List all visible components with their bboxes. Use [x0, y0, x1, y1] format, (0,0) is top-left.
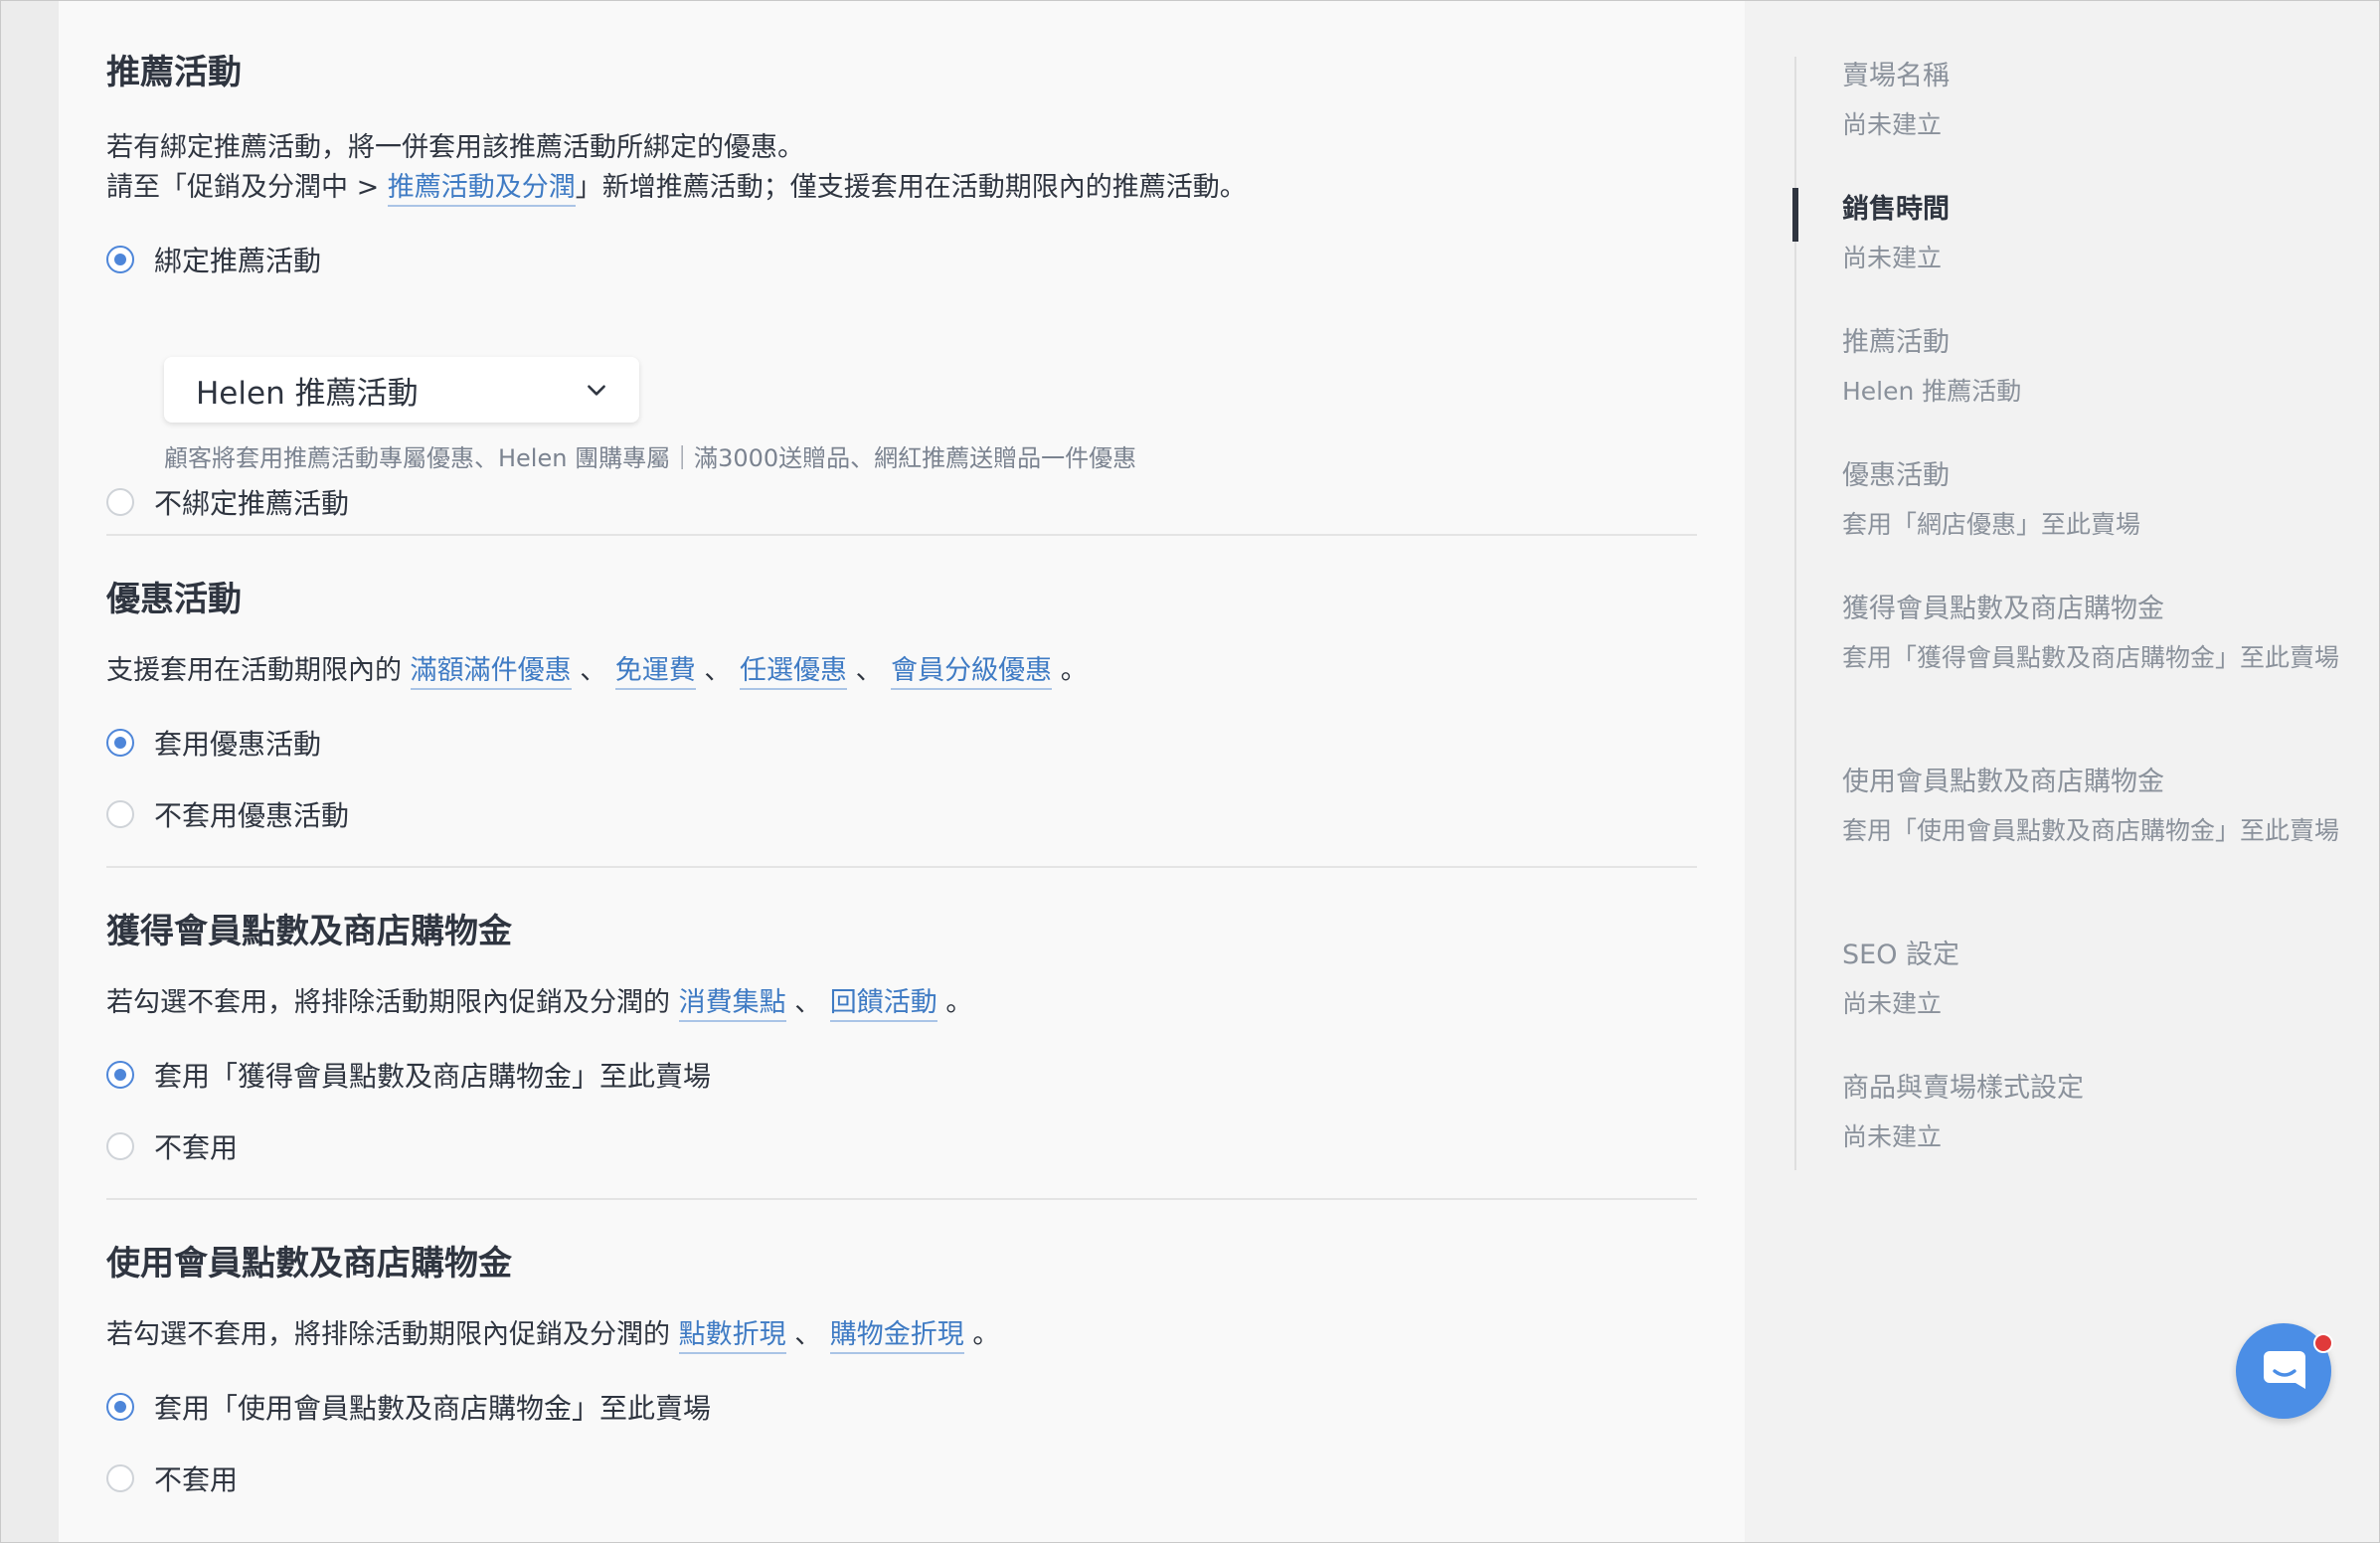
link-rebate-campaign[interactable]: 回饋活動	[829, 987, 937, 1022]
promotion-separator: 、	[580, 655, 607, 686]
link-referral-and-commission[interactable]: 推薦活動及分潤	[387, 172, 576, 207]
radio-label-apply-use-points: 套用「使用會員點數及商店購物金」至此賣場	[154, 1392, 712, 1425]
link-mix-and-match[interactable]: 任選優惠	[739, 655, 847, 690]
notification-dot	[2313, 1333, 2333, 1353]
nav-active-indicator	[1792, 188, 1798, 242]
nav-item-title: 銷售時間	[1842, 194, 1950, 225]
nav-item-referral[interactable]: 推薦活動 Helen 推薦活動	[1842, 323, 2339, 410]
nav-item-status: 套用「使用會員點數及商店購物金」至此賣場	[1842, 816, 2340, 845]
earn-points-separator: 、	[794, 987, 822, 1018]
nav-item-status: 尚未建立	[1842, 244, 1943, 272]
nav-item-status: 尚未建立	[1842, 110, 1943, 139]
radio-apply-use-points[interactable]: 套用「使用會員點數及商店購物金」至此賣場	[106, 1387, 711, 1427]
radio-indicator-unchecked	[106, 1132, 134, 1160]
referral-hint: 顧客將套用推薦活動專屬優惠、Helen 團購專屬｜滿3000送贈品、網紅推薦送贈…	[164, 444, 1137, 472]
radio-apply-promotion[interactable]: 套用優惠活動	[106, 723, 321, 763]
chevron-down-icon	[588, 385, 605, 396]
radio-label-apply-promotion: 套用優惠活動	[154, 728, 322, 761]
nav-item-store-name[interactable]: 賣場名稱 尚未建立	[1842, 57, 2339, 143]
radio-label-not-apply-use-points: 不套用	[154, 1463, 239, 1496]
radio-not-apply-earn-points[interactable]: 不套用	[106, 1126, 238, 1166]
link-threshold-discount[interactable]: 滿額滿件優惠	[410, 655, 572, 690]
radio-indicator-unchecked	[106, 488, 134, 516]
promotion-separator: 、	[704, 655, 732, 686]
section-title-use-points: 使用會員點數及商店購物金	[106, 1244, 512, 1284]
nav-item-title: 獲得會員點數及商店購物金	[1842, 594, 2164, 624]
radio-unbind-referral[interactable]: 不綁定推薦活動	[106, 482, 349, 522]
nav-item-status: 尚未建立	[1842, 1122, 1943, 1151]
radio-label-apply-earn-points: 套用「獲得會員點數及商店購物金」至此賣場	[154, 1060, 712, 1093]
link-free-shipping[interactable]: 免運費	[614, 655, 696, 690]
radio-label-unbind-referral: 不綁定推薦活動	[154, 487, 350, 520]
nav-item-title: 推薦活動	[1842, 327, 1950, 358]
nav-item-use-points[interactable]: 使用會員點數及商店購物金 套用「使用會員點數及商店購物金」至此賣場	[1842, 763, 2339, 849]
radio-indicator-checked	[106, 1393, 134, 1421]
main-content: 推薦活動 若有綁定推薦活動，將一併套用該推薦活動所綁定的優惠。 請至「促銷及分潤…	[59, 1, 1745, 1542]
section-title-earn-points: 獲得會員點數及商店購物金	[106, 912, 512, 951]
nav-item-promotion[interactable]: 優惠活動 套用「網店優惠」至此賣場	[1842, 456, 2339, 543]
earn-points-desc: 若勾選不套用，將排除活動期限內促銷及分潤的 消費集點 、 回饋活動 。	[106, 983, 972, 1023]
referral-desc-suffix: 」新增推薦活動；僅支援套用在活動期限內的推薦活動。	[575, 172, 1247, 203]
earn-points-desc-suffix: 。	[945, 987, 973, 1018]
promotion-desc-suffix: 。	[1060, 655, 1088, 686]
section-nav: 賣場名稱 尚未建立 銷售時間 尚未建立 推薦活動 Helen 推薦活動 優惠活動…	[1745, 1, 2379, 1542]
nav-item-status: 尚未建立	[1842, 989, 1943, 1018]
promotion-desc-prefix: 支援套用在活動期限內的	[106, 655, 411, 686]
nav-item-sales-time[interactable]: 銷售時間 尚未建立	[1842, 190, 2339, 276]
nav-item-status: 套用「獲得會員點數及商店購物金」至此賣場	[1842, 643, 2340, 672]
radio-label-bind-referral: 綁定推薦活動	[154, 245, 322, 277]
radio-indicator-unchecked	[106, 800, 134, 828]
nav-item-title: 使用會員點數及商店購物金	[1842, 767, 2164, 797]
nav-item-seo[interactable]: SEO 設定 尚未建立	[1842, 936, 2339, 1022]
nav-item-title: 賣場名稱	[1842, 61, 1950, 91]
radio-bind-referral[interactable]: 綁定推薦活動	[106, 240, 321, 279]
radio-apply-earn-points[interactable]: 套用「獲得會員點數及商店購物金」至此賣場	[106, 1055, 711, 1095]
radio-indicator-unchecked	[106, 1464, 134, 1492]
use-points-desc: 若勾選不套用，將排除活動期限內促銷及分潤的 點數折現 、 購物金折現 。	[106, 1315, 999, 1355]
section-divider	[106, 1198, 1697, 1200]
radio-indicator-checked	[106, 246, 134, 273]
referral-desc-prefix: 請至「促銷及分潤中 >	[106, 172, 388, 203]
section-divider	[106, 866, 1697, 868]
earn-points-desc-prefix: 若勾選不套用，將排除活動期限內促銷及分潤的	[106, 987, 679, 1018]
radio-not-apply-promotion[interactable]: 不套用優惠活動	[106, 794, 349, 834]
nav-item-title: 優惠活動	[1842, 460, 1950, 491]
use-points-desc-prefix: 若勾選不套用，將排除活動期限內促銷及分潤的	[106, 1319, 679, 1350]
link-points-redemption[interactable]: 點數折現	[678, 1319, 786, 1354]
referral-desc-line2: 請至「促銷及分潤中 > 推薦活動及分潤」新增推薦活動；僅支援套用在活動期限內的推…	[106, 168, 1247, 208]
use-points-desc-suffix: 。	[972, 1319, 1000, 1350]
link-spending-points[interactable]: 消費集點	[678, 987, 786, 1022]
referral-campaign-select[interactable]: Helen 推薦活動	[164, 357, 639, 423]
radio-indicator-checked	[106, 729, 134, 757]
radio-label-not-apply-promotion: 不套用優惠活動	[154, 799, 350, 832]
nav-item-title: SEO 設定	[1842, 940, 1960, 970]
nav-item-status: Helen 推薦活動	[1842, 377, 2022, 406]
nav-item-title: 商品與賣場樣式設定	[1842, 1073, 2084, 1104]
radio-label-not-apply-earn-points: 不套用	[154, 1131, 239, 1164]
link-member-tier-discount[interactable]: 會員分級優惠	[891, 655, 1053, 690]
referral-select-value: Helen 推薦活動	[196, 375, 419, 412]
section-divider	[106, 534, 1697, 536]
nav-item-style-settings[interactable]: 商品與賣場樣式設定 尚未建立	[1842, 1069, 2339, 1155]
radio-not-apply-use-points[interactable]: 不套用	[106, 1458, 238, 1498]
section-title-referral: 推薦活動	[106, 53, 242, 92]
referral-desc-line1: 若有綁定推薦活動，將一併套用該推薦活動所綁定的優惠。	[106, 132, 804, 163]
link-credit-redemption[interactable]: 購物金折現	[829, 1319, 964, 1354]
radio-indicator-checked	[106, 1061, 134, 1089]
nav-item-earn-points[interactable]: 獲得會員點數及商店購物金 套用「獲得會員點數及商店購物金」至此賣場	[1842, 590, 2339, 676]
app-frame: 推薦活動 若有綁定推薦活動，將一併套用該推薦活動所綁定的優惠。 請至「促銷及分潤…	[0, 0, 2380, 1543]
use-points-separator: 、	[794, 1319, 822, 1350]
section-title-promotion: 優惠活動	[106, 580, 242, 619]
nav-item-status: 套用「網店優惠」至此賣場	[1842, 510, 2141, 539]
chat-bubble-icon	[2264, 1351, 2305, 1389]
promotion-desc: 支援套用在活動期限內的 滿額滿件優惠 、 免運費 、 任選優惠 、 會員分級優惠…	[106, 651, 1088, 691]
promotion-separator: 、	[855, 655, 883, 686]
